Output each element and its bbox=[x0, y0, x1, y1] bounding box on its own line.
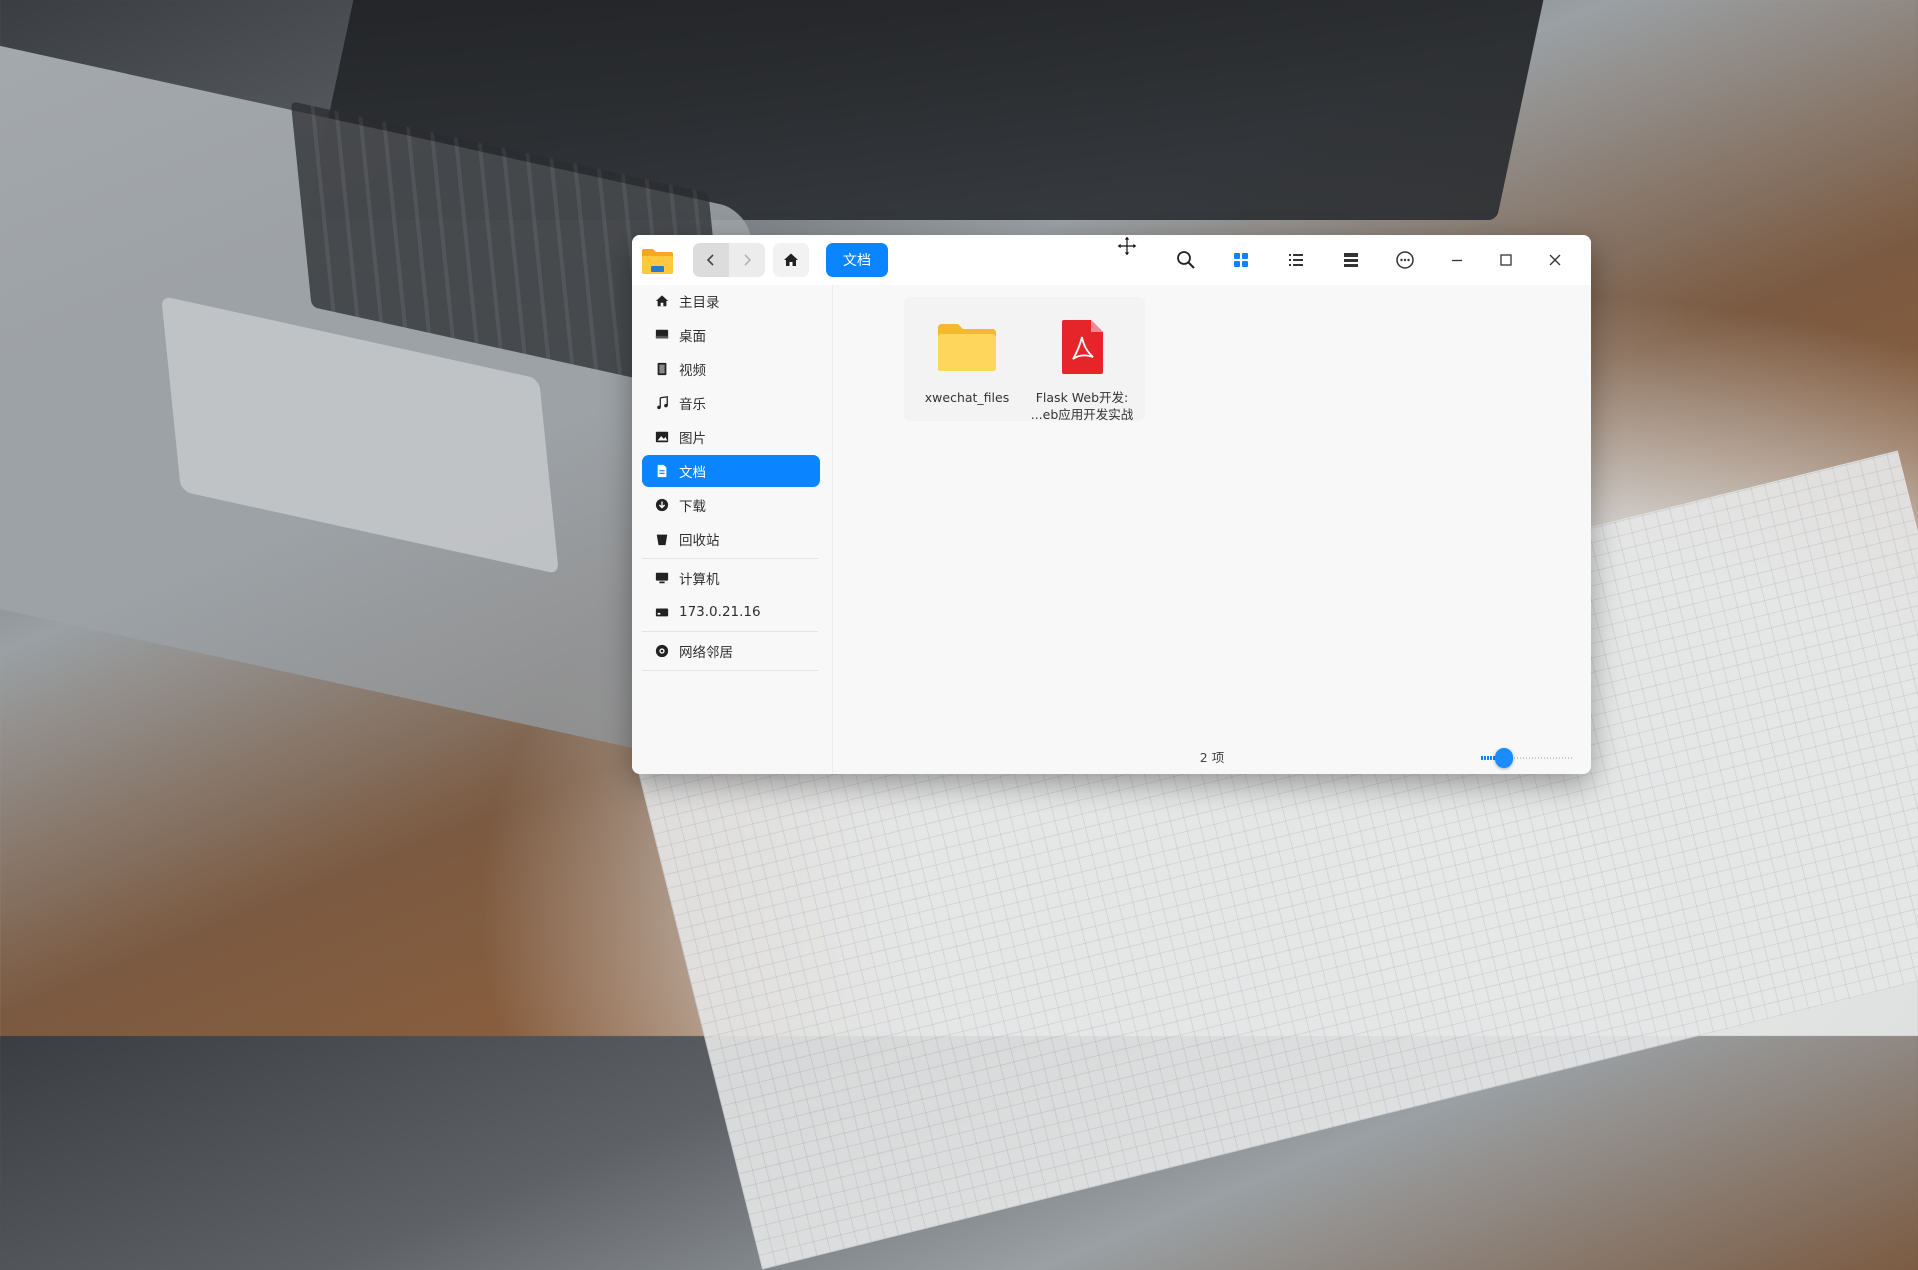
more-button[interactable] bbox=[1391, 246, 1419, 274]
sidebar-item-network-drive[interactable]: 173.0.21.16 bbox=[642, 596, 820, 628]
sidebar: 主目录 桌面 视频 音乐 图片 文档 下载 回收站 计算机 173.0.21.1… bbox=[632, 285, 833, 774]
sidebar-item-video[interactable]: 视频 bbox=[642, 353, 820, 385]
sidebar-item-computer[interactable]: 计算机 bbox=[642, 562, 820, 594]
minimize-icon bbox=[1452, 259, 1462, 262]
list-view-icon bbox=[1289, 254, 1303, 266]
desktop-icon bbox=[654, 327, 670, 343]
folder-app-icon bbox=[642, 249, 673, 274]
back-button[interactable] bbox=[693, 243, 729, 277]
sidebar-item-label: 文档 bbox=[679, 465, 706, 481]
sidebar-item-documents[interactable]: 文档 bbox=[642, 455, 820, 487]
picture-icon bbox=[654, 429, 670, 445]
sidebar-item-label: 桌面 bbox=[679, 329, 706, 345]
detail-view-button[interactable] bbox=[1337, 246, 1365, 274]
detail-view-icon bbox=[1344, 253, 1358, 267]
forward-icon bbox=[744, 254, 752, 266]
icon-size-slider[interactable] bbox=[1481, 747, 1573, 769]
file-item-folder[interactable]: xwechat_files bbox=[904, 297, 1030, 421]
sidebar-item-network[interactable]: 网络邻居 bbox=[642, 635, 820, 667]
file-item-pdf[interactable]: Flask Web开发: ...eb应用开发实战 bbox=[1019, 297, 1145, 422]
computer-icon bbox=[654, 570, 670, 586]
sidebar-divider bbox=[642, 558, 818, 559]
close-button[interactable] bbox=[1541, 246, 1569, 274]
status-item-count: 2 项 bbox=[1199, 750, 1225, 765]
file-name-line2: ...eb应用开发实战 bbox=[1030, 407, 1134, 422]
more-icon bbox=[1396, 251, 1414, 269]
sidebar-item-label: 计算机 bbox=[679, 572, 720, 588]
sidebar-item-trash[interactable]: 回收站 bbox=[642, 523, 820, 555]
icon-view-icon bbox=[1234, 253, 1248, 267]
close-icon bbox=[1549, 254, 1561, 266]
document-icon bbox=[654, 463, 670, 479]
navigation-buttons bbox=[693, 243, 765, 277]
file-name: xwechat_files bbox=[924, 390, 1010, 405]
file-name-line1: Flask Web开发: bbox=[1035, 390, 1129, 405]
sidebar-item-label: 音乐 bbox=[679, 397, 706, 413]
search-button[interactable] bbox=[1172, 246, 1200, 274]
network-drive-icon bbox=[654, 604, 670, 620]
home-icon bbox=[784, 253, 798, 266]
network-icon bbox=[654, 643, 670, 659]
search-icon bbox=[1177, 251, 1195, 269]
list-view-button[interactable] bbox=[1282, 246, 1310, 274]
video-icon bbox=[654, 361, 670, 377]
forward-button[interactable] bbox=[729, 243, 765, 277]
sidebar-divider bbox=[642, 631, 818, 632]
music-icon bbox=[654, 395, 670, 411]
sidebar-item-label: 图片 bbox=[679, 431, 706, 447]
icon-view-button[interactable] bbox=[1227, 246, 1255, 274]
sidebar-item-label: 视频 bbox=[679, 363, 706, 379]
maximize-icon bbox=[1500, 254, 1512, 266]
breadcrumb-documents[interactable]: 文档 bbox=[826, 243, 888, 277]
home-icon bbox=[654, 293, 670, 309]
sidebar-item-desktop[interactable]: 桌面 bbox=[642, 319, 820, 351]
folder-icon bbox=[938, 324, 996, 371]
file-manager-window: 文档 主目录 桌面 视频 音乐 图片 文档 下载 回收站 计算机 173.0.2… bbox=[632, 235, 1591, 774]
sidebar-item-label: 下载 bbox=[679, 499, 706, 515]
sidebar-item-label: 主目录 bbox=[679, 295, 720, 311]
sidebar-item-home[interactable]: 主目录 bbox=[642, 285, 820, 317]
move-cursor-icon bbox=[1116, 235, 1138, 257]
sidebar-item-downloads[interactable]: 下载 bbox=[642, 489, 820, 521]
sidebar-item-music[interactable]: 音乐 bbox=[642, 387, 820, 419]
trash-icon bbox=[654, 531, 670, 547]
sidebar-divider bbox=[642, 670, 818, 671]
titlebar[interactable]: 文档 bbox=[632, 235, 1591, 285]
pdf-icon bbox=[1062, 320, 1103, 374]
sidebar-item-pictures[interactable]: 图片 bbox=[642, 421, 820, 453]
sidebar-item-label: 回收站 bbox=[679, 533, 720, 549]
sidebar-item-label: 网络邻居 bbox=[679, 645, 733, 661]
slider-knob[interactable] bbox=[1495, 748, 1513, 768]
minimize-button[interactable] bbox=[1443, 246, 1471, 274]
sidebar-item-label: 173.0.21.16 bbox=[679, 604, 761, 620]
maximize-button[interactable] bbox=[1492, 246, 1520, 274]
download-icon bbox=[654, 497, 670, 513]
back-icon bbox=[706, 254, 714, 266]
file-view[interactable]: xwechat_files Flask Web开发: ...eb应用开发实战 2… bbox=[833, 285, 1591, 774]
home-button[interactable] bbox=[773, 243, 809, 277]
